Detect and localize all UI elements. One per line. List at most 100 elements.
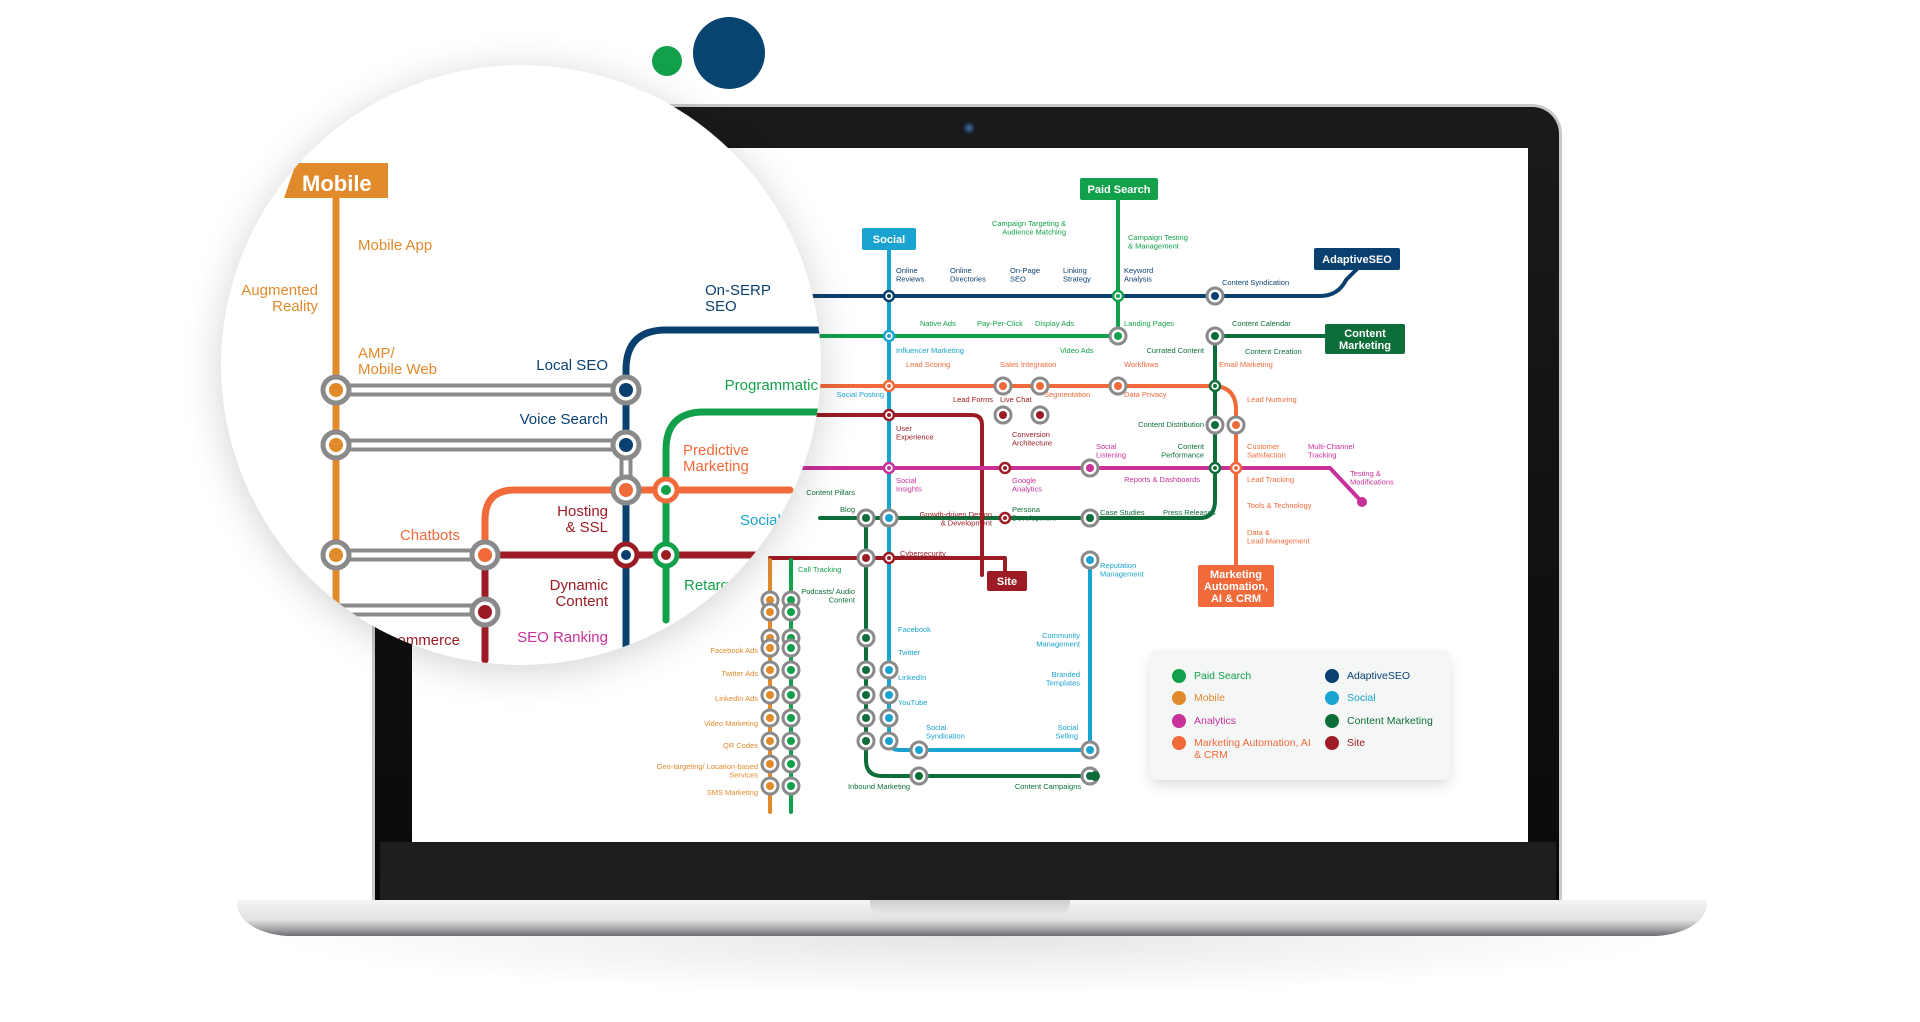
mag-station-local-seo-dot <box>619 383 633 397</box>
legend-item-site: Site <box>1325 736 1365 750</box>
mag-station-hosting-dot <box>619 483 633 497</box>
badge-content-marketing-label: Content <box>1344 328 1386 340</box>
station-label-35: Google Analytics <box>1012 476 1042 494</box>
station-label-39: Content Pillars <box>806 488 855 497</box>
station-content-syndication-dot <box>1211 292 1219 300</box>
badge-marketing-automation-label: Marketing <box>1210 569 1262 581</box>
station-label-55: Community Management <box>1036 631 1081 649</box>
mag-label-3: On-SERP SEO <box>705 282 771 315</box>
station-paid-lower-8-dot <box>787 760 795 768</box>
legend-item-content-marketing: Content Marketing <box>1325 714 1433 728</box>
station-label-14: Influencer Marketing <box>896 346 964 355</box>
station-label-58: Twitter Ads <box>721 669 758 678</box>
station-label-29: Content Distribution <box>1138 420 1204 429</box>
station-label-47: Data & Lead Management <box>1247 528 1310 546</box>
station-content-performance-center <box>1213 466 1217 470</box>
station-sales-integration-dot <box>1036 382 1044 390</box>
station-label-15: Video Ads <box>1060 346 1094 355</box>
station-label-62: Geo-targeting/ Location-based Services <box>657 762 759 780</box>
station-mobile-4-dot <box>766 666 774 674</box>
station-content-lower-0-dot <box>862 634 870 642</box>
decorative-green-dot <box>652 46 682 76</box>
station-label-28: Conversion Architecture <box>1012 430 1052 448</box>
station-landing-pages-dot <box>1114 332 1122 340</box>
badge-paid-search-label: Paid Search <box>1088 184 1151 196</box>
station-paid-lower-5-dot <box>787 691 795 699</box>
station-label-26: Lead Nurturing <box>1247 395 1297 404</box>
mag-label-2: AMP/Mobile Web <box>358 345 437 378</box>
station-paid-lower-3-dot <box>787 644 795 652</box>
station-label-52: Twitter <box>898 648 921 657</box>
station-label-6: Keyword Analysis <box>1124 266 1153 284</box>
station-lead-tracking-center <box>1234 466 1238 470</box>
station-label-45: Growth-driven Design & Development <box>919 510 992 528</box>
station-label-59: LinkedIn Ads <box>715 694 758 703</box>
station-social-posting-center <box>887 384 891 388</box>
station-lead-nurturing-dot <box>1232 421 1240 429</box>
station-social-selling-dot <box>1086 746 1094 754</box>
mag-station-amp-dot <box>329 383 343 397</box>
mag-mobile-title: Mobile <box>302 171 372 196</box>
station-label-44: Tools & Technology <box>1247 501 1312 510</box>
mag-label-14: SEO Ranking <box>517 629 608 646</box>
station-label-63: SMS Marketing <box>707 788 758 797</box>
station-content-calendar-dot <box>1211 332 1219 340</box>
station-label-1: Campaign Testing & Management <box>1128 233 1188 251</box>
mag-label-9: Chatbots <box>400 527 460 544</box>
badge-social-label: Social <box>873 234 905 246</box>
station-label-37: Lead Tracking <box>1247 475 1294 484</box>
station-mobile-1-dot <box>766 608 774 616</box>
station-label-7: Content Syndication <box>1222 278 1289 287</box>
station-label-24: Lead Forms <box>953 395 993 404</box>
mag-label-5: Voice Search <box>520 411 608 428</box>
station-label-30: Social Listening <box>1096 442 1126 460</box>
station-label-23: Data Privacy <box>1124 390 1167 399</box>
station-live-chat-dot <box>1036 411 1044 419</box>
station-label-4: On-Page SEO <box>1010 266 1040 284</box>
legend-dot-analytics <box>1172 714 1186 728</box>
legend-item-marketing-automation: Marketing Automation, AI & CRM <box>1172 736 1312 761</box>
station-label-3: Online Directories <box>950 266 986 284</box>
station-persona-development-center <box>1003 516 1007 520</box>
station-content-terminus <box>1090 771 1100 781</box>
decorative-blue-dot <box>693 17 765 89</box>
station-label-42: Case Studies <box>1100 508 1145 517</box>
station-paid-lower-9-dot <box>787 782 795 790</box>
mag-label-1: Augmented Reality <box>241 282 318 315</box>
station-label-56: Branded Templates <box>1046 670 1080 688</box>
station-paid-lower-7-dot <box>787 737 795 745</box>
station-label-36: Reports & Dashboards <box>1124 475 1200 484</box>
station-label-54: YouTube <box>898 698 927 707</box>
laptop-notch <box>870 900 1070 916</box>
mag-station-ecommerce-dot <box>478 605 492 619</box>
station-mobile-6-dot <box>766 714 774 722</box>
station-case-studies-dot <box>1086 514 1094 522</box>
station-label-0: Campaign Targeting & Audience Matching <box>992 219 1066 237</box>
legend-item-analytics: Analytics <box>1172 714 1236 728</box>
station-inbound-marketing-dot <box>915 772 923 780</box>
station-content-lower-2-dot <box>862 691 870 699</box>
station-paid-lower-6-dot <box>787 714 795 722</box>
station-content-distribution-dot <box>1211 421 1219 429</box>
station-blog-dot <box>862 514 870 522</box>
station-label-16: Currated Content <box>1146 346 1204 355</box>
station-label-33: Multi-Channel Tracking <box>1308 442 1355 460</box>
station-label-67: Content Campaigns <box>1015 782 1082 791</box>
legend-dot-social <box>1325 691 1339 705</box>
camera-icon <box>963 122 975 134</box>
station-social-lower-3-dot <box>885 737 893 745</box>
mag-label-4: Local SEO <box>536 357 608 374</box>
mag-station-predictive-dot <box>661 485 671 495</box>
station-label-9: Pay-Per-Click <box>977 319 1023 328</box>
station-label-57: Facebook Ads <box>710 646 758 655</box>
station-lead-forms-dot <box>999 411 1007 419</box>
station-label-66: Inbound Marketing <box>848 782 910 791</box>
station-label-38: Testing & Modifications <box>1350 469 1394 487</box>
mag-station-dynamic-dot <box>621 550 631 560</box>
station-label-11: Landing Pages <box>1124 319 1174 328</box>
station-mobile-7-dot <box>766 737 774 745</box>
station-mobile-5-dot <box>766 691 774 699</box>
station-social-listening-dot <box>1086 464 1094 472</box>
mag-station-voice-search-dot <box>619 438 633 452</box>
legend-item-social: Social <box>1325 691 1376 705</box>
